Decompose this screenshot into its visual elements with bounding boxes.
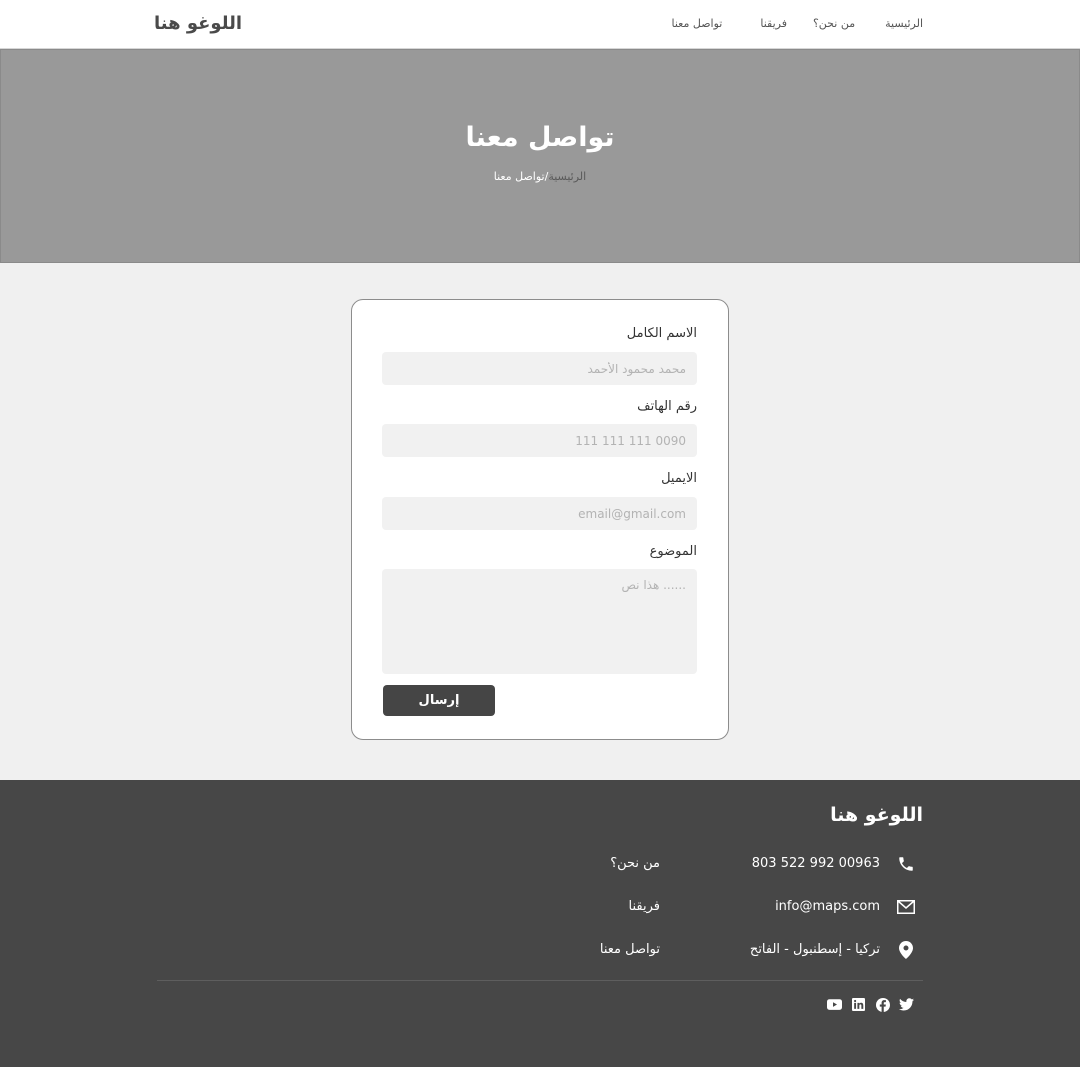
linkedin-icon[interactable] (851, 997, 866, 1012)
email-label: الايميل (661, 471, 697, 486)
nav-link-team[interactable]: فريقنا (760, 17, 787, 30)
page-title: تواصل معنا (465, 122, 615, 153)
footer-link-contact[interactable]: تواصل معنا (600, 942, 660, 957)
footer-email[interactable]: info@maps.com (775, 899, 880, 914)
site-footer: اللوغو هنا 00963 992 522 803 info@maps.c… (0, 780, 1080, 1067)
breadcrumb-home[interactable]: الرئيسية (548, 170, 586, 183)
submit-button[interactable]: إرسال (383, 685, 495, 716)
footer-phone[interactable]: 00963 992 522 803 (752, 856, 880, 871)
nav-link-home[interactable]: الرئيسية (885, 17, 923, 30)
social-links (827, 997, 914, 1012)
youtube-icon[interactable] (827, 997, 842, 1012)
phone-icon (895, 853, 917, 875)
nav-link-about[interactable]: من نحن؟ (813, 17, 855, 30)
location-pin-icon (895, 939, 917, 961)
footer-link-about[interactable]: من نحن؟ (610, 856, 660, 871)
breadcrumb: الرئيسية/تواصل معنا (1, 170, 1079, 183)
footer-divider (157, 980, 923, 981)
subject-label: الموضوع (649, 544, 697, 559)
main-nav: الرئيسية من نحن؟ فريقنا تواصل معنا (672, 17, 924, 30)
footer-address: تركيا - إسطنبول - الفاتح (749, 942, 880, 957)
facebook-icon[interactable] (875, 997, 890, 1012)
top-navbar: اللوغو هنا الرئيسية من نحن؟ فريقنا تواصل… (0, 0, 1080, 49)
page-hero: تواصل معنا الرئيسية/تواصل معنا (0, 49, 1080, 263)
nav-link-contact[interactable]: تواصل معنا (672, 17, 723, 30)
site-logo[interactable]: اللوغو هنا (154, 13, 242, 34)
phone-input[interactable] (382, 424, 697, 457)
footer-link-team[interactable]: فريقنا (629, 899, 660, 914)
phone-label: رقم الهاتف (637, 399, 697, 414)
subject-textarea[interactable] (382, 569, 697, 674)
twitter-icon[interactable] (899, 997, 914, 1012)
footer-logo[interactable]: اللوغو هنا (830, 804, 923, 826)
email-input[interactable] (382, 497, 697, 530)
contact-form: الاسم الكامل رقم الهاتف الايميل الموضوع … (351, 299, 729, 740)
envelope-icon (895, 896, 917, 918)
full-name-label: الاسم الكامل (626, 326, 697, 341)
full-name-input[interactable] (382, 352, 697, 385)
breadcrumb-current: تواصل معنا (493, 170, 545, 183)
